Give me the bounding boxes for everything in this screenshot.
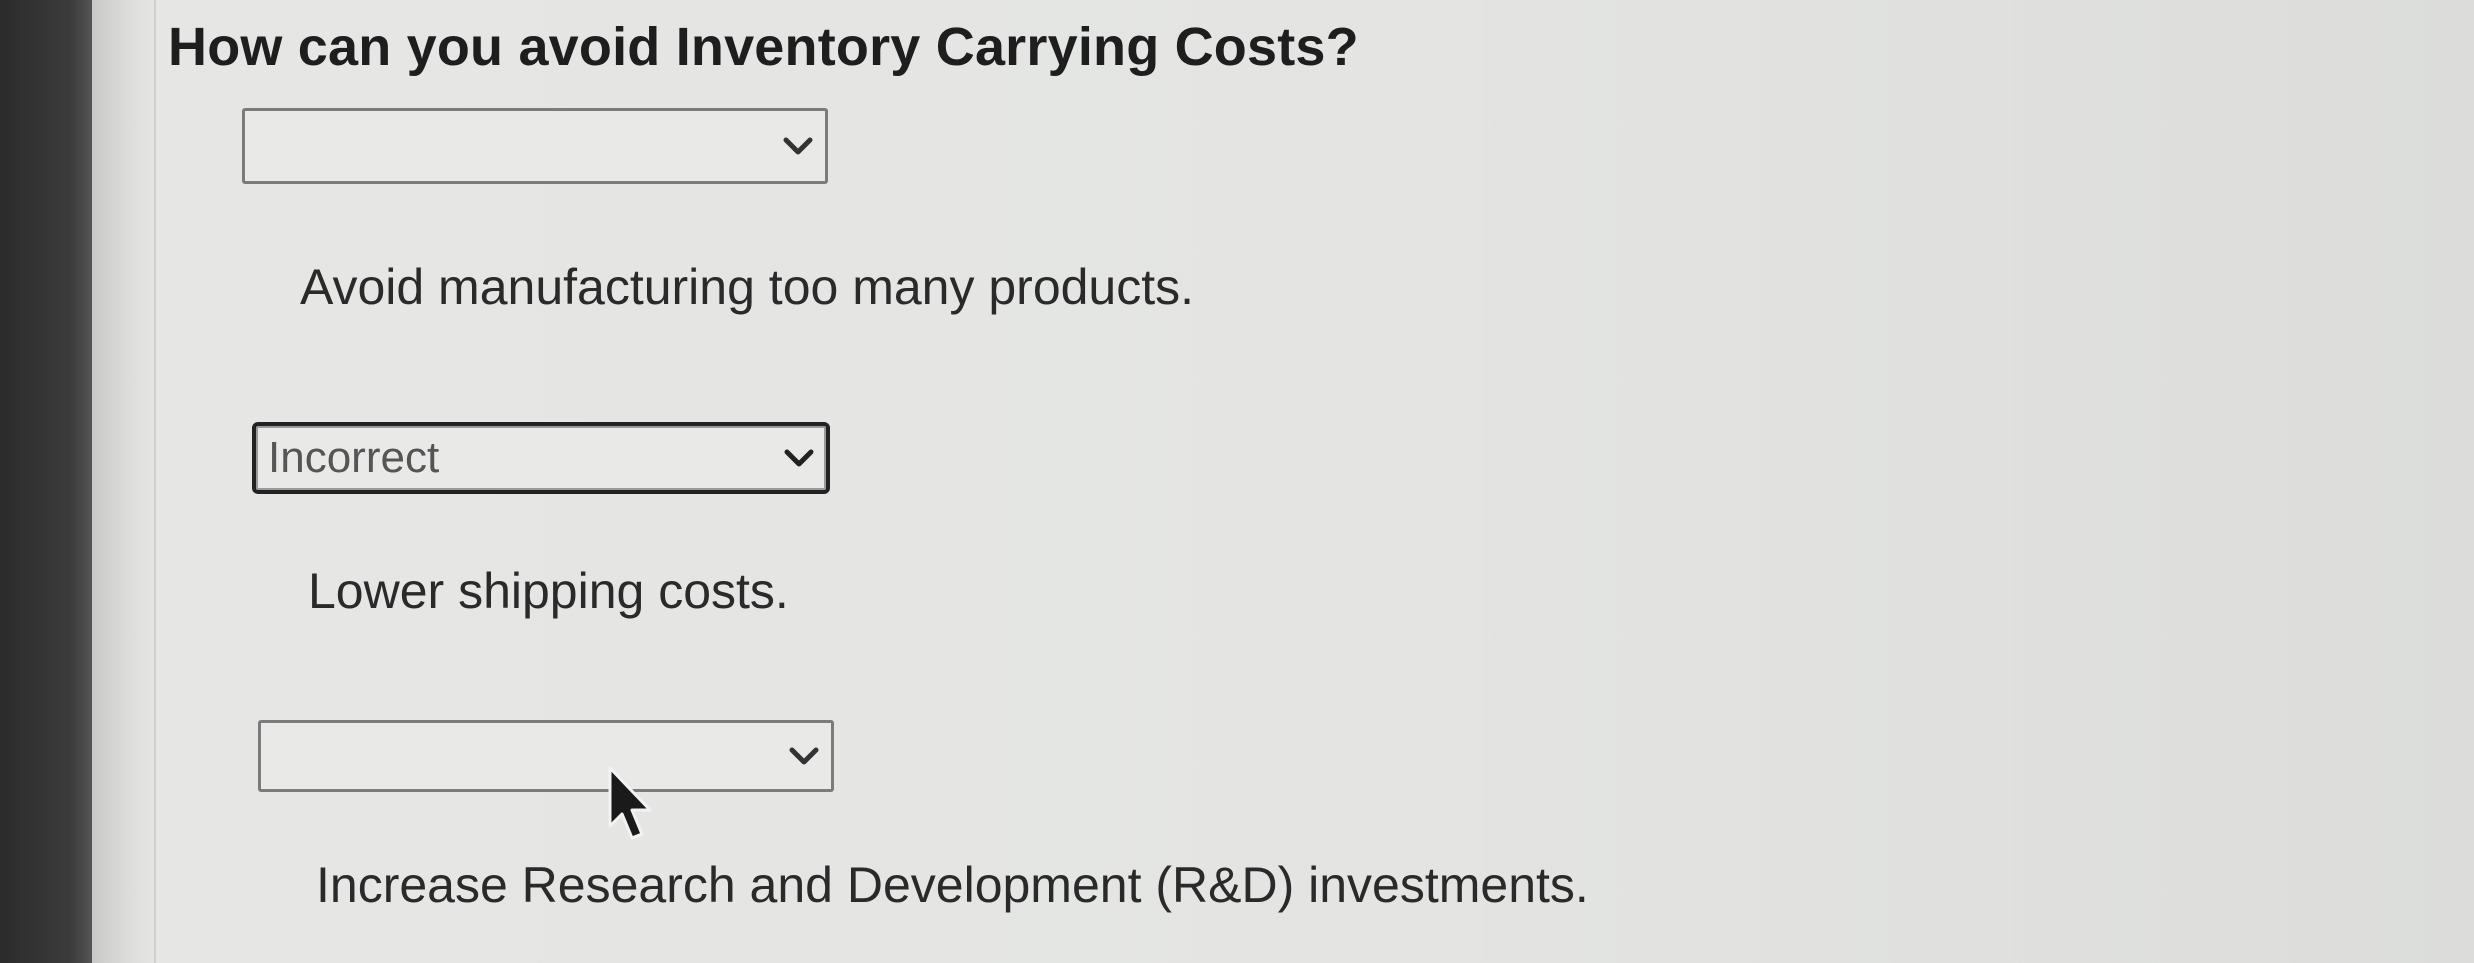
answer-text-1: Avoid manufacturing too many products. <box>300 259 1195 315</box>
answer-text-2: Lower shipping costs. <box>308 563 789 619</box>
mouse-pointer-icon <box>608 766 652 840</box>
answer-select-2-value: Incorrect <box>268 433 440 482</box>
answer-select-3[interactable] <box>258 720 834 792</box>
answer-select-1[interactable] <box>242 108 828 184</box>
chevron-down-icon <box>789 747 819 765</box>
answer-text-3: Increase Research and Development (R&D) … <box>316 857 1589 913</box>
question-title: How can you avoid Inventory Carrying Cos… <box>168 17 1359 77</box>
chevron-down-icon <box>783 137 813 155</box>
chevron-down-icon <box>784 449 814 467</box>
content-left-border <box>92 0 156 963</box>
answer-select-2[interactable]: Incorrect <box>252 422 830 494</box>
screen-bezel <box>0 0 92 963</box>
